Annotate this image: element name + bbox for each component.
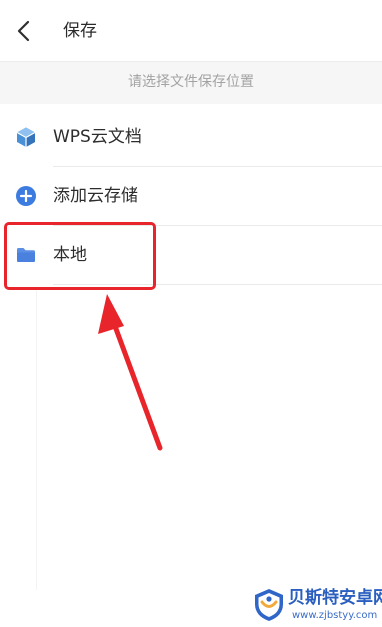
option-add-cloud-storage[interactable]: 添加云存储 bbox=[0, 167, 382, 226]
annotation-arrow bbox=[98, 294, 163, 451]
subtitle-bar: 请选择文件保存位置 bbox=[0, 62, 382, 104]
back-button[interactable] bbox=[12, 15, 42, 47]
watermark: 贝斯特安卓网 www.zjbstyy.com bbox=[252, 585, 382, 627]
top-bar: 保存 bbox=[0, 0, 382, 62]
page-title: 保存 bbox=[63, 21, 97, 41]
cube-icon bbox=[15, 126, 37, 148]
chevron-left-icon bbox=[17, 20, 30, 42]
shield-logo-icon bbox=[255, 589, 283, 621]
annotation-highlight-box bbox=[4, 222, 156, 290]
watermark-name: 贝斯特安卓网 bbox=[288, 588, 382, 608]
option-label: WPS云文档 bbox=[53, 127, 142, 147]
divider bbox=[36, 290, 37, 590]
save-location-prompt: 请选择文件保存位置 bbox=[128, 74, 254, 90]
watermark-url: www.zjbstyy.com bbox=[292, 610, 378, 621]
option-label: 添加云存储 bbox=[53, 186, 138, 206]
option-wps-cloud[interactable]: WPS云文档 bbox=[0, 108, 382, 167]
plus-circle-icon bbox=[15, 185, 37, 207]
